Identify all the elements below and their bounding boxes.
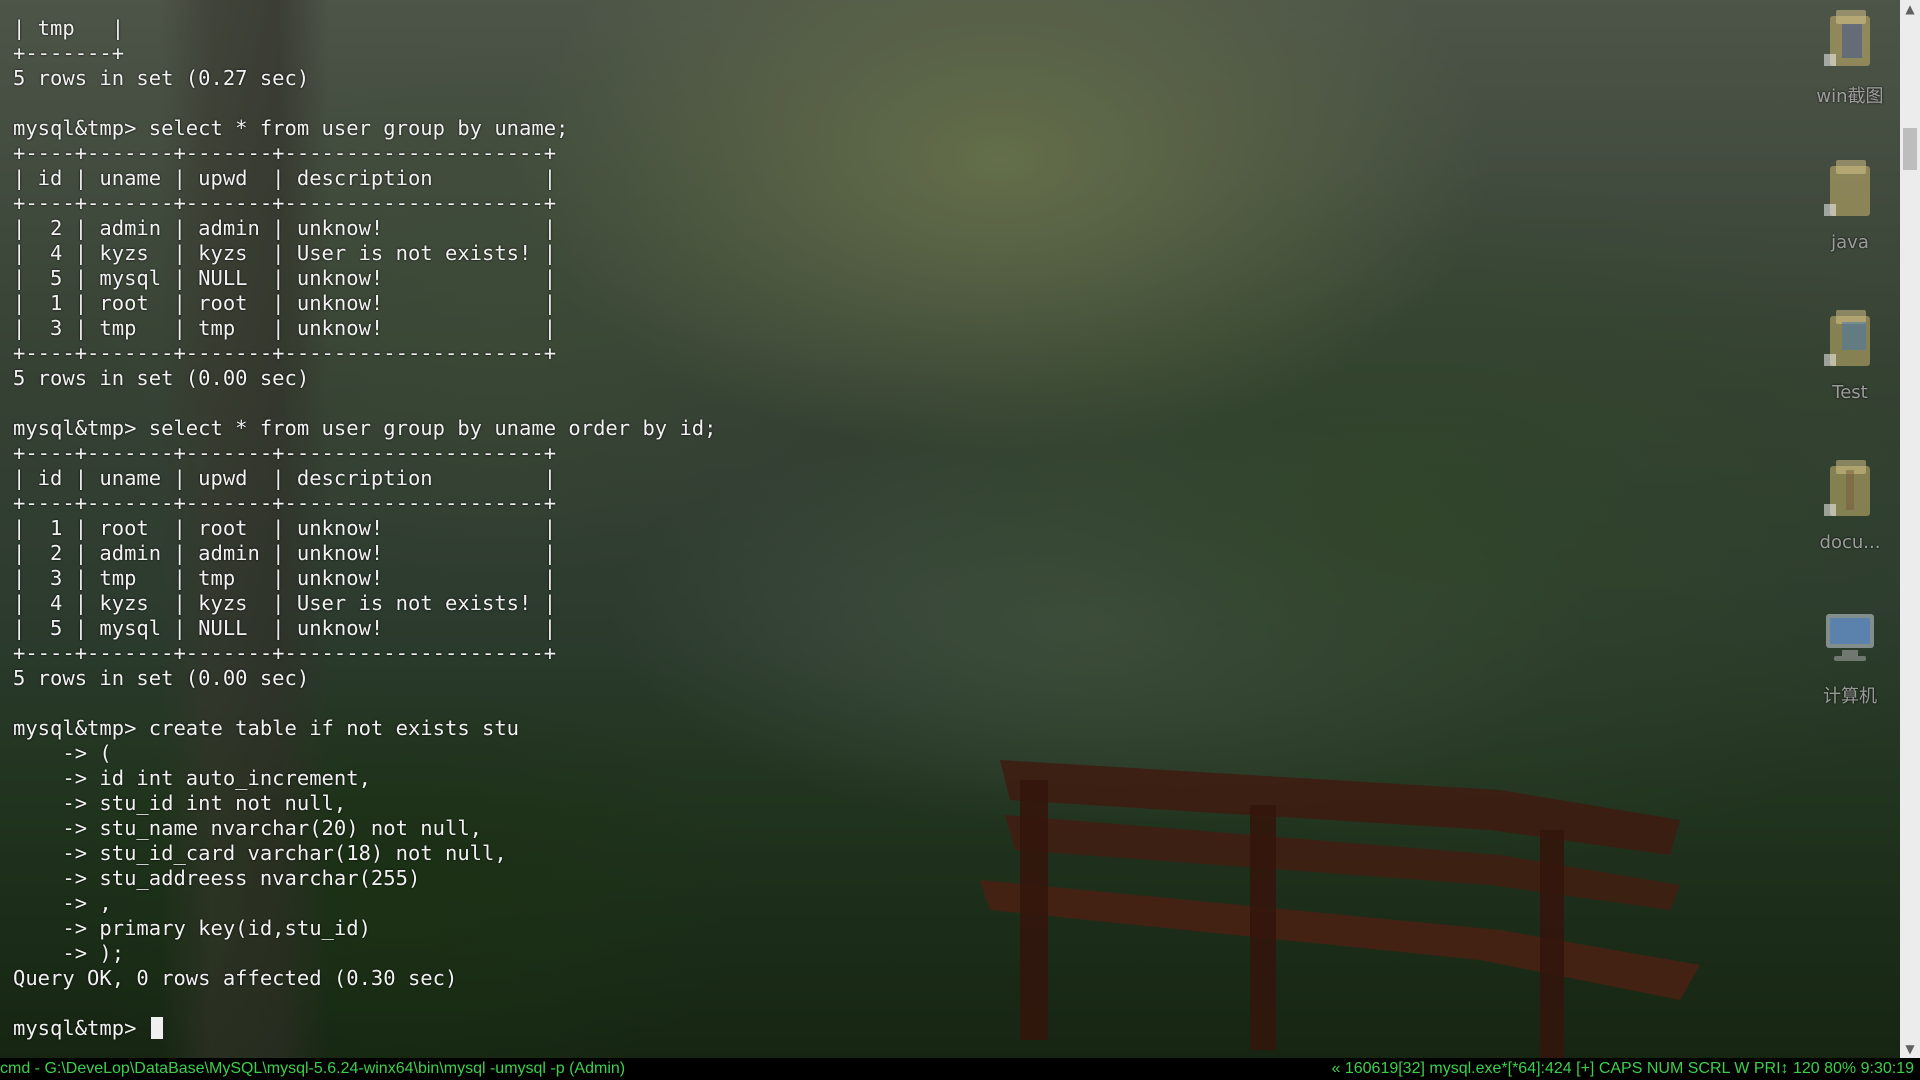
status-time: 9:30:19	[1860, 1060, 1914, 1077]
status-zoom: 80%	[1824, 1060, 1857, 1077]
status-num: NUM	[1646, 1060, 1684, 1077]
console-line: +----+-------+-------+------------------…	[13, 141, 557, 165]
status-caps: CAPS	[1598, 1060, 1643, 1077]
scroll-up-arrow-icon[interactable]: ▲	[1900, 0, 1920, 18]
console-line: | 3 | tmp | tmp | unknow! |	[13, 316, 557, 340]
status-pri: PRI↕	[1753, 1060, 1789, 1077]
status-scrl: SCRL	[1687, 1060, 1730, 1077]
console-prompt: mysql&tmp>	[13, 1016, 149, 1040]
status-indicators: « 160619[32] mysql.exe*[*64]:424 [+] CAP…	[1332, 1058, 1915, 1080]
status-session[interactable]: « 160619[32] mysql.exe*[*64]:424 [+]	[1332, 1060, 1595, 1077]
console-line: -> stu_addreess nvarchar(255)	[13, 866, 421, 890]
console-line: +----+-------+-------+------------------…	[13, 491, 557, 515]
console-line: +----+-------+-------+------------------…	[13, 191, 557, 215]
console-line: | 5 | mysql | NULL | unknow! |	[13, 266, 557, 290]
console-line: -> stu_id_card varchar(18) not null,	[13, 841, 507, 865]
status-size: 120	[1792, 1060, 1820, 1077]
console-input-line[interactable]: mysql&tmp>	[13, 1016, 1893, 1041]
console-line: | tmp |	[13, 16, 125, 40]
console-line: | 4 | kyzs | kyzs | User is not exists! …	[13, 241, 557, 265]
console-line: mysql&tmp> select * from user group by u…	[13, 116, 569, 140]
status-command-path: cmd - G:\DeveLop\DataBase\MySQL\mysql-5.…	[0, 1060, 626, 1077]
console-line: 5 rows in set (0.27 sec)	[13, 66, 310, 90]
console-line: +----+-------+-------+------------------…	[13, 441, 557, 465]
console-line: 5 rows in set (0.00 sec)	[13, 666, 310, 690]
console-line: | 3 | tmp | tmp | unknow! |	[13, 566, 557, 590]
console-line: mysql&tmp> create table if not exists st…	[13, 716, 520, 740]
vertical-scrollbar[interactable]: ▲ ▼	[1900, 0, 1920, 1058]
scroll-thumb[interactable]	[1903, 128, 1917, 170]
console-line: -> primary key(id,stu_id)	[13, 916, 371, 940]
console-line: Query OK, 0 rows affected (0.30 sec)	[13, 966, 458, 990]
console-line: | 4 | kyzs | kyzs | User is not exists! …	[13, 591, 557, 615]
mysql-console-output[interactable]: | tmp | +-------+ 5 rows in set (0.27 sec)…	[13, 16, 1893, 1056]
console-line: -> stu_name nvarchar(20) not null,	[13, 816, 482, 840]
console-line: +----+-------+-------+------------------…	[13, 341, 557, 365]
console-status-bar: cmd - G:\DeveLop\DataBase\MySQL\mysql-5.…	[0, 1058, 1920, 1080]
console-line: | 1 | root | root | unknow! |	[13, 516, 557, 540]
console-line: +----+-------+-------+------------------…	[13, 641, 557, 665]
text-cursor	[150, 1017, 163, 1039]
console-line: +-------+	[13, 41, 125, 65]
console-line: -> (	[13, 741, 112, 765]
console-line: | 5 | mysql | NULL | unknow! |	[13, 616, 557, 640]
console-line: | 2 | admin | admin | unknow! |	[13, 216, 557, 240]
console-line: -> id int auto_increment,	[13, 766, 371, 790]
console-line: -> ,	[13, 891, 112, 915]
console-line: | id | uname | upwd | description |	[13, 466, 557, 490]
console-line: | 2 | admin | admin | unknow! |	[13, 541, 557, 565]
console-line: -> stu_id int not null,	[13, 791, 347, 815]
console-line: 5 rows in set (0.00 sec)	[13, 366, 310, 390]
console-line: | 1 | root | root | unknow! |	[13, 291, 557, 315]
status-w: W	[1734, 1060, 1750, 1077]
console-line: -> );	[13, 941, 125, 965]
console-line: mysql&tmp> select * from user group by u…	[13, 416, 717, 440]
console-line: | id | uname | upwd | description |	[13, 166, 557, 190]
scroll-down-arrow-icon[interactable]: ▼	[1900, 1040, 1920, 1058]
